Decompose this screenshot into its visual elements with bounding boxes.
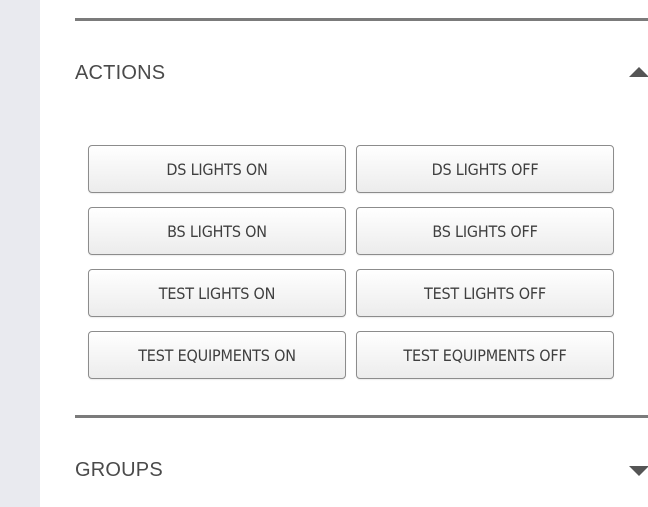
section-divider [75,415,648,418]
test-lights-on-button[interactable]: TEST LIGHTS ON [88,269,346,317]
ds-lights-on-button[interactable]: DS LIGHTS ON [88,145,346,193]
chevron-down-icon[interactable] [629,466,648,476]
bs-lights-on-button[interactable]: BS LIGHTS ON [88,207,346,255]
bs-lights-off-button[interactable]: BS LIGHTS OFF [356,207,614,255]
test-equipments-off-button[interactable]: TEST EQUIPMENTS OFF [356,331,614,379]
sidebar-strip [0,0,40,507]
ds-lights-off-button[interactable]: DS LIGHTS OFF [356,145,614,193]
actions-button-grid: DS LIGHTS ON DS LIGHTS OFF BS LIGHTS ON … [88,145,616,379]
groups-section-title: GROUPS [75,458,163,481]
top-divider [75,18,648,21]
test-equipments-on-button[interactable]: TEST EQUIPMENTS ON [88,331,346,379]
chevron-up-icon[interactable] [629,67,648,77]
groups-section-header[interactable]: GROUPS [75,450,648,490]
actions-section-title: ACTIONS [75,61,166,84]
actions-section-header[interactable]: ACTIONS [75,53,648,93]
actions-panel: ACTIONS DS LIGHTS ON DS LIGHTS OFF BS LI… [40,0,648,507]
test-lights-off-button[interactable]: TEST LIGHTS OFF [356,269,614,317]
